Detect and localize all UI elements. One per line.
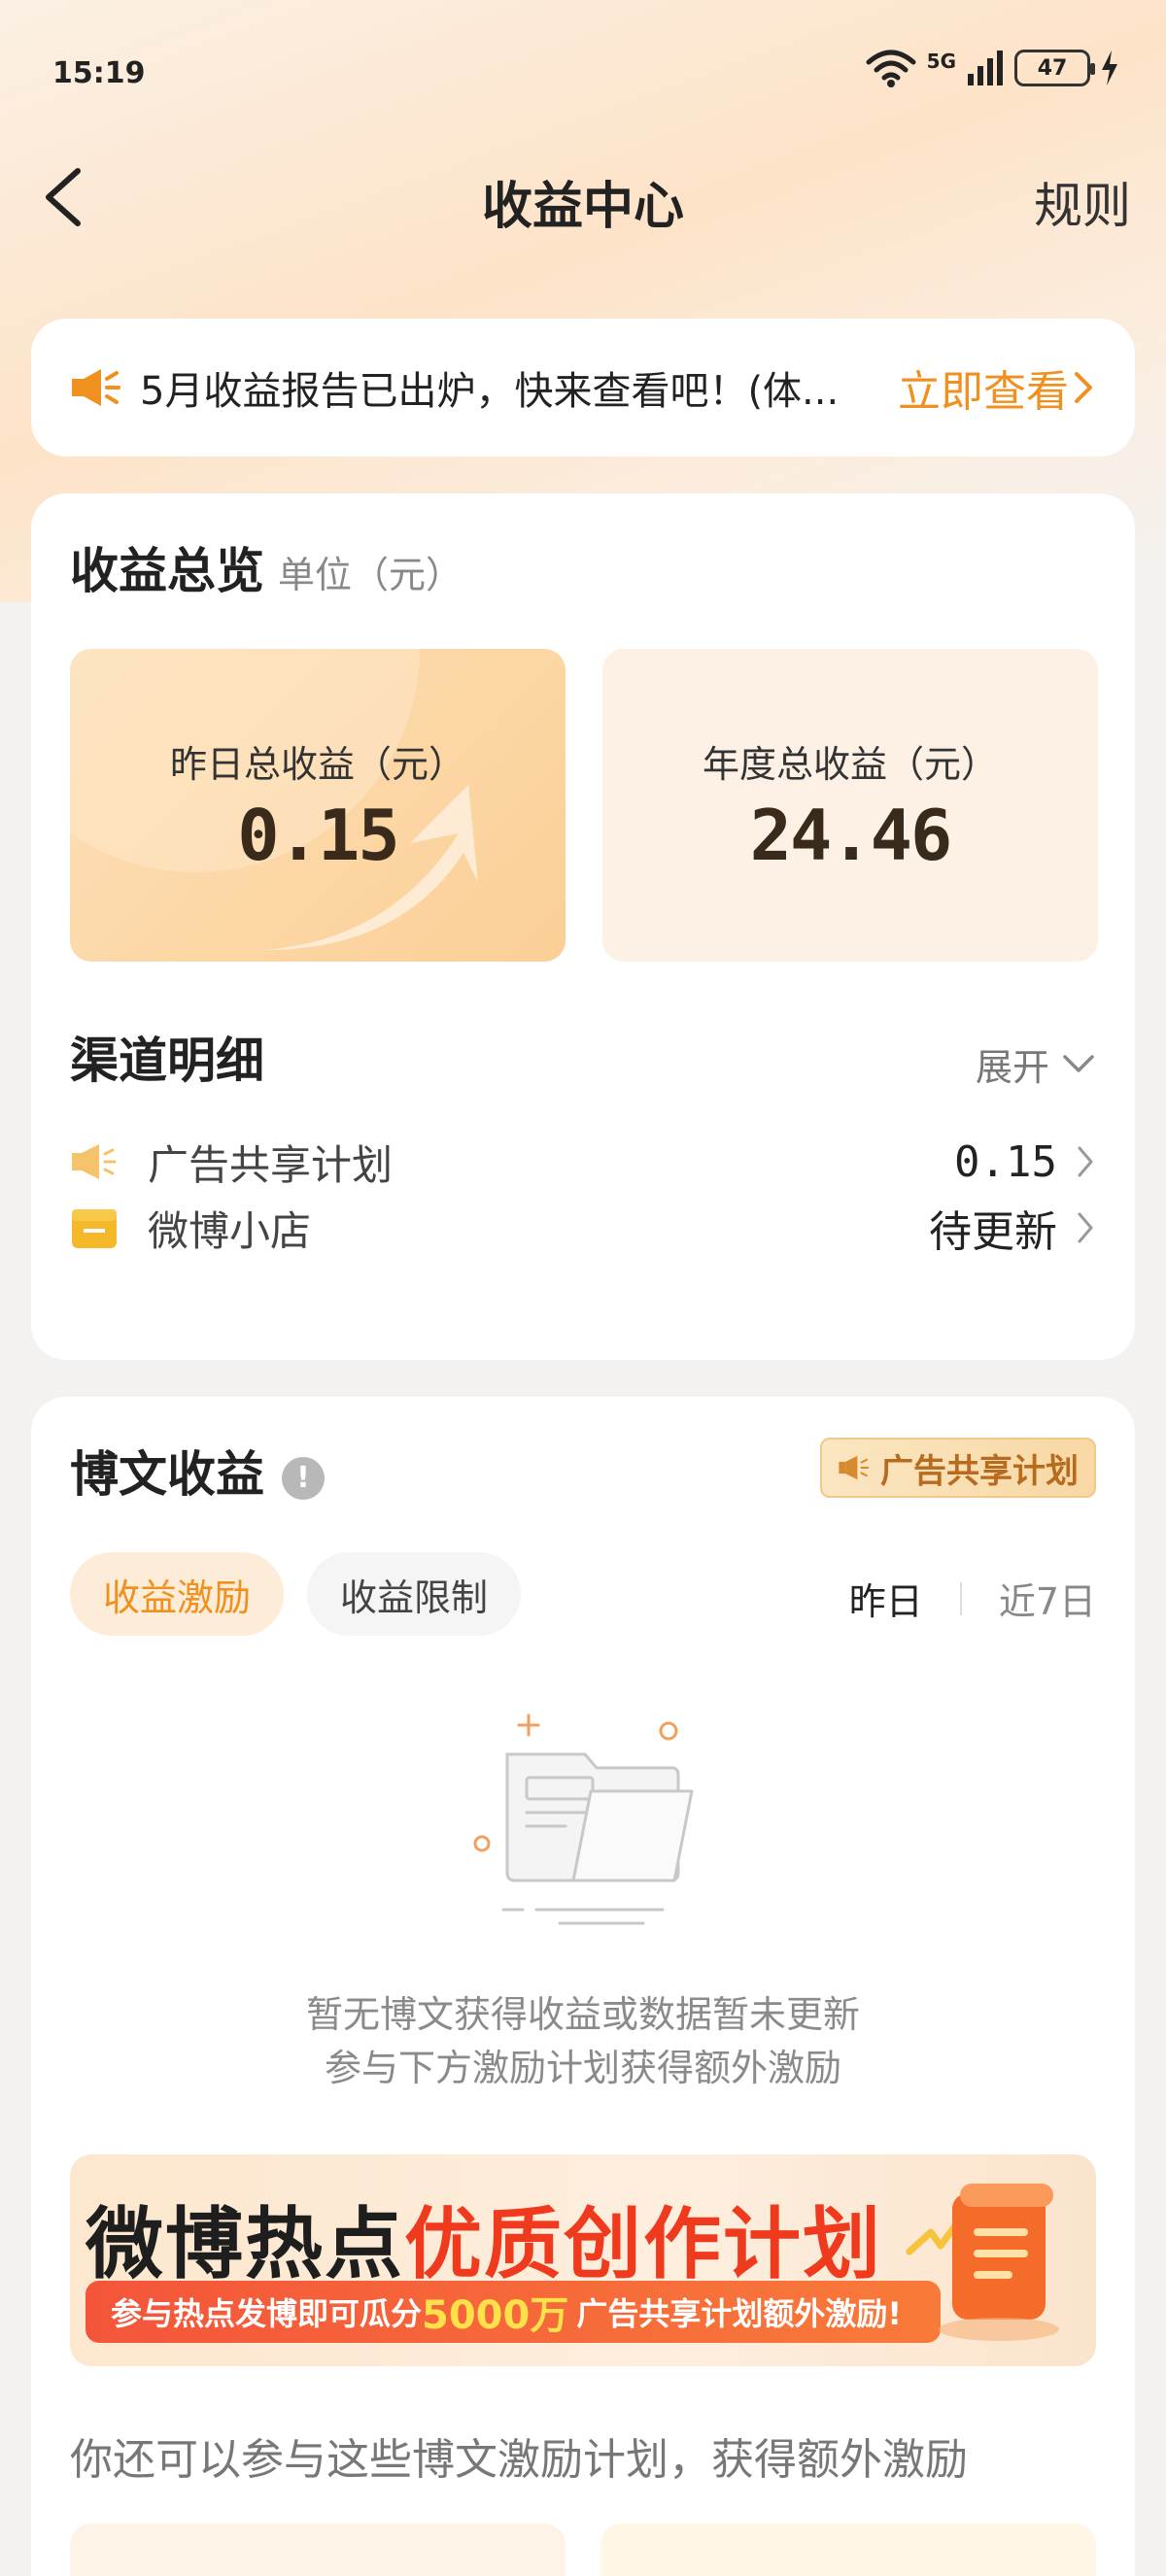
channel-value-text: 0.15 — [954, 1136, 1057, 1187]
channel-label: 广告共享计划 — [148, 1140, 394, 1189]
signal-icon — [968, 51, 1003, 85]
overview-title: 收益总览 — [70, 543, 264, 599]
yesterday-value: 0.15 — [237, 795, 399, 876]
chevron-right-icon — [1075, 372, 1092, 403]
status-bar: 15:19 5G 47 — [0, 0, 1166, 146]
status-icons: 5G 47 — [865, 49, 1119, 87]
scroll-icon — [906, 2184, 1059, 2341]
chevron-right-icon — [1078, 1146, 1093, 1177]
view-now-label: 立即查看 — [898, 367, 1069, 417]
banner-strip-amount: 5000万 — [422, 2293, 569, 2338]
megaphone-icon — [72, 369, 120, 406]
hot-topic-banner[interactable]: 微博热点优质创作计划 参与热点发博即可瓜分 5000万 广告共享计划额外激励! — [70, 2154, 1096, 2366]
banner-title-part2: 优质创作计划 — [404, 2199, 882, 2289]
ad-share-badge-label: 广告共享计划 — [880, 1451, 1079, 1491]
banner-strip-post: 广告共享计划额外激励! — [576, 2295, 902, 2332]
channel-value: 待更新 — [929, 1197, 1096, 1259]
plan-card-right[interactable] — [600, 2524, 1096, 2576]
banner-strip: 参与热点发博即可瓜分 5000万 广告共享计划额外激励! — [86, 2281, 941, 2343]
view-now-link[interactable]: 立即查看 — [898, 356, 1096, 419]
battery-icon: 47 — [1014, 50, 1095, 86]
range-tab-yesterday[interactable]: 昨日 — [849, 1572, 923, 1625]
more-plans-text: 你还可以参与这些博文激励计划，获得额外激励 — [70, 2435, 968, 2485]
range-separator — [959, 1581, 962, 1615]
notice-text: 5月收益报告已出炉，快来查看吧！(体... — [140, 369, 840, 414]
range-tab-7days[interactable]: 近7日 — [999, 1572, 1096, 1625]
channel-value-text: 待更新 — [929, 1207, 1057, 1257]
network-type: 5G — [926, 50, 956, 73]
post-earnings-title-row: 博文收益! — [70, 1436, 325, 1506]
megaphone-icon — [72, 1144, 117, 1179]
nav-bar: 收益中心 规则 — [0, 146, 1166, 253]
channel-item-weibo-shop[interactable]: 微博小店 待更新 — [70, 1189, 1096, 1267]
range-tabs: 昨日 近7日 — [849, 1572, 1096, 1625]
battery-level: 47 — [1037, 55, 1068, 81]
megaphone-icon — [839, 1455, 870, 1480]
chevron-right-icon — [1078, 1212, 1093, 1243]
channel-value: 0.15 — [954, 1137, 1096, 1187]
rules-link[interactable]: 规则 — [1034, 167, 1131, 237]
post-earnings-title: 博文收益 — [70, 1446, 264, 1503]
empty-line-1: 暂无博文获得收益或数据暂未更新 — [305, 1993, 860, 2036]
page-title: 收益中心 — [481, 178, 684, 236]
notice-banner[interactable]: 5月收益报告已出炉，快来查看吧！(体... 立即查看 — [31, 319, 1135, 457]
earnings-overview-card: 收益总览 单位（元） 昨日总收益（元） 0.15 年度总收益（元） 24.46 渠… — [31, 493, 1135, 1360]
tab-earnings-incentive[interactable]: 收益激励 — [70, 1552, 285, 1636]
wifi-icon — [866, 50, 916, 87]
annual-earnings-box[interactable]: 年度总收益（元） 24.46 — [602, 649, 1098, 962]
status-time: 15:19 — [52, 56, 146, 90]
overview-title-row: 收益总览 单位（元） — [70, 532, 463, 602]
shop-icon — [72, 1209, 117, 1248]
charging-icon — [1102, 51, 1117, 85]
channel-title: 渠道明细 — [70, 1033, 264, 1089]
chevron-down-icon — [1063, 1054, 1094, 1072]
empty-folder-icon — [473, 1713, 694, 1925]
banner-title: 微博热点优质创作计划 — [86, 2182, 882, 2294]
empty-line-2: 参与下方激励计划获得额外激励 — [324, 2047, 841, 2089]
info-icon[interactable]: ! — [282, 1456, 325, 1500]
channel-label: 微博小店 — [148, 1206, 312, 1255]
expand-label: 展开 — [975, 1046, 1049, 1089]
annual-value: 24.46 — [749, 795, 953, 876]
plan-card-left[interactable] — [70, 2524, 566, 2576]
overview-unit: 单位（元） — [278, 554, 463, 596]
annual-label: 年度总收益（元） — [702, 743, 998, 786]
yesterday-earnings-box[interactable]: 昨日总收益（元） 0.15 — [70, 649, 566, 962]
ad-share-badge[interactable]: 广告共享计划 — [820, 1438, 1096, 1498]
post-earnings-card: 博文收益! 广告共享计划 收益激励 收益限制 昨日 近7日 暂无博文获得收益或数… — [31, 1397, 1135, 2576]
yesterday-label: 昨日总收益（元） — [169, 743, 465, 786]
expand-button[interactable]: 展开 — [976, 1037, 1096, 1091]
banner-title-part1: 微博热点 — [86, 2199, 404, 2289]
banner-strip-pre: 参与热点发博即可瓜分 — [111, 2295, 423, 2332]
tab-earnings-limit[interactable]: 收益限制 — [307, 1552, 522, 1636]
